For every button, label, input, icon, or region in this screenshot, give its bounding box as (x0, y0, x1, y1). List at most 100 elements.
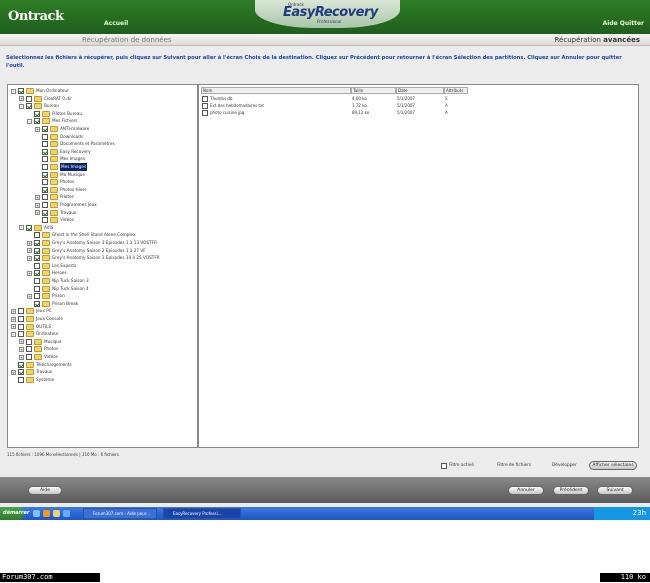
expand-icon[interactable]: + (27, 248, 32, 254)
tree-item-checkbox[interactable] (34, 255, 40, 262)
tree-item-checkbox[interactable] (42, 217, 48, 224)
tree-item-checkbox[interactable] (42, 202, 48, 208)
show-selections-button[interactable]: Afficher sélections (589, 461, 637, 470)
tree-item-checkbox[interactable] (42, 156, 48, 163)
expand-link[interactable]: Développer (552, 460, 577, 471)
tree-item-checkbox[interactable] (34, 300, 40, 307)
file-checkbox[interactable] (202, 102, 208, 109)
expand-icon[interactable]: + (11, 316, 16, 322)
folder-icon[interactable] (53, 510, 60, 517)
col-name-header[interactable]: Nom (201, 87, 351, 94)
filter-checkbox-box[interactable] (441, 462, 447, 469)
desktop-icon[interactable] (33, 510, 40, 517)
start-button[interactable]: démarrer (0, 507, 29, 520)
tree-item-checkbox[interactable] (34, 110, 40, 117)
tree-item-checkbox[interactable] (42, 209, 48, 216)
tree-item-checkbox[interactable] (26, 354, 32, 360)
expand-icon[interactable]: + (27, 240, 32, 246)
tree-item-checkbox[interactable] (18, 323, 24, 330)
folder-tree[interactable]: - Mon Ordinateur + CleaRAT 0.dir - Bureau Pilo… (7, 84, 198, 448)
tree-item-checkbox[interactable] (34, 285, 40, 292)
tree-item-checkbox[interactable] (42, 126, 48, 132)
tree-item-checkbox[interactable] (18, 376, 24, 383)
file-filter-link[interactable]: Filtre de fichiers (497, 460, 531, 471)
expand-icon (35, 134, 40, 139)
expand-icon[interactable]: + (35, 202, 40, 208)
tree-item-checkbox[interactable] (18, 331, 24, 338)
tree-item-checkbox[interactable] (34, 232, 40, 239)
tree-item-checkbox[interactable] (34, 293, 40, 300)
tree-item-checkbox[interactable] (18, 316, 24, 322)
expand-icon[interactable]: + (27, 293, 32, 299)
tree-item-checkbox[interactable] (26, 103, 32, 110)
taskbar-item-easyrecovery[interactable]: EasyRecovery Professi... (163, 508, 241, 519)
tree-item-checkbox[interactable] (26, 224, 32, 231)
file-row[interactable]: Thumbs.db 4,00 ko 5/1/2007 S (201, 95, 468, 102)
tree-item-checkbox[interactable] (18, 369, 24, 376)
tree-item-checkbox[interactable] (26, 346, 32, 353)
tree-item-checkbox[interactable] (42, 164, 48, 170)
expand-icon (27, 286, 32, 291)
collapse-icon[interactable]: - (19, 225, 24, 231)
expand-icon[interactable]: + (35, 194, 40, 200)
expand-icon[interactable]: + (35, 210, 40, 216)
file-row[interactable]: photo cuisine.jpg 89,12 ko 5/1/2007 A (201, 109, 468, 116)
tree-item-checkbox[interactable] (18, 361, 24, 368)
filter-checkbox[interactable]: Filtre activé (441, 460, 474, 471)
expand-icon[interactable]: + (19, 354, 24, 360)
expand-icon (27, 111, 32, 116)
file-checkbox[interactable] (202, 109, 208, 116)
tree-item-checkbox[interactable] (34, 240, 40, 246)
tree-item-checkbox[interactable] (42, 194, 48, 201)
tree-item-checkbox[interactable] (34, 270, 40, 277)
help-button[interactable]: Aide (28, 486, 62, 495)
collapse-icon[interactable]: - (11, 331, 16, 337)
col-attr-header[interactable]: Attributs (444, 87, 468, 94)
expand-icon[interactable]: + (19, 339, 24, 345)
tree-item-checkbox[interactable] (34, 247, 40, 254)
col-date-header[interactable]: Date (396, 87, 444, 94)
folder-icon (50, 209, 58, 216)
cancel-button[interactable]: Annuler (508, 486, 544, 495)
tree-item-checkbox[interactable] (26, 95, 32, 102)
previous-button[interactable]: Précédent (553, 486, 589, 495)
collapse-icon[interactable]: - (11, 88, 16, 94)
expand-icon[interactable]: + (19, 346, 24, 352)
tree-item-checkbox[interactable] (34, 278, 40, 284)
help-quit-links[interactable]: Aide Quitter (603, 20, 644, 27)
collapse-icon[interactable]: - (27, 118, 32, 124)
expand-icon[interactable]: + (27, 270, 32, 276)
tree-item-checkbox[interactable] (42, 179, 48, 186)
expand-icon[interactable]: + (35, 126, 40, 132)
tree-item-checkbox[interactable] (34, 262, 40, 269)
tree-item-checkbox[interactable] (42, 133, 48, 140)
taskbar-item-browser[interactable]: Forum307.com - Aide pour... (83, 508, 157, 519)
tree-item[interactable]: Système (11, 376, 54, 384)
collapse-icon[interactable]: - (19, 103, 24, 109)
expand-icon[interactable]: + (11, 369, 16, 375)
tree-item-checkbox[interactable] (34, 118, 40, 125)
tree-item-checkbox[interactable] (42, 186, 48, 193)
tree-item-checkbox[interactable] (42, 171, 48, 178)
col-size-header[interactable]: Taille (351, 87, 396, 94)
tree-item-checkbox[interactable] (42, 148, 48, 155)
tree-item-checkbox[interactable] (18, 88, 24, 94)
home-link[interactable]: Accueil (104, 20, 128, 27)
file-list[interactable]: Nom Taille Date Attributs Thumbs.db 4,00 … (198, 84, 639, 448)
tree-item-checkbox[interactable] (26, 338, 32, 345)
expand-icon[interactable]: + (27, 255, 32, 261)
expand-icon[interactable]: + (11, 308, 16, 314)
windows-taskbar: démarrer Forum307.com - Aide pour... Eas… (0, 507, 650, 520)
expand-icon[interactable]: + (11, 324, 16, 330)
logo-edition-text: Professional (317, 19, 342, 24)
file-checkbox[interactable] (202, 95, 208, 102)
next-button[interactable]: Suivant (597, 486, 633, 495)
file-row[interactable]: Ext des hebdomadaires.txt 1,72 ko 5/1/2007… (201, 102, 468, 109)
firefox-icon[interactable] (43, 510, 50, 517)
footer-size-right: 110 ko (600, 573, 650, 582)
expand-icon[interactable]: + (19, 96, 24, 102)
app-window: Ontrack Accueil Ontrack EasyRecovery Pro… (0, 0, 650, 507)
tree-item-checkbox[interactable] (42, 141, 48, 148)
ie-icon[interactable] (63, 510, 70, 517)
tree-item-checkbox[interactable] (18, 308, 24, 315)
